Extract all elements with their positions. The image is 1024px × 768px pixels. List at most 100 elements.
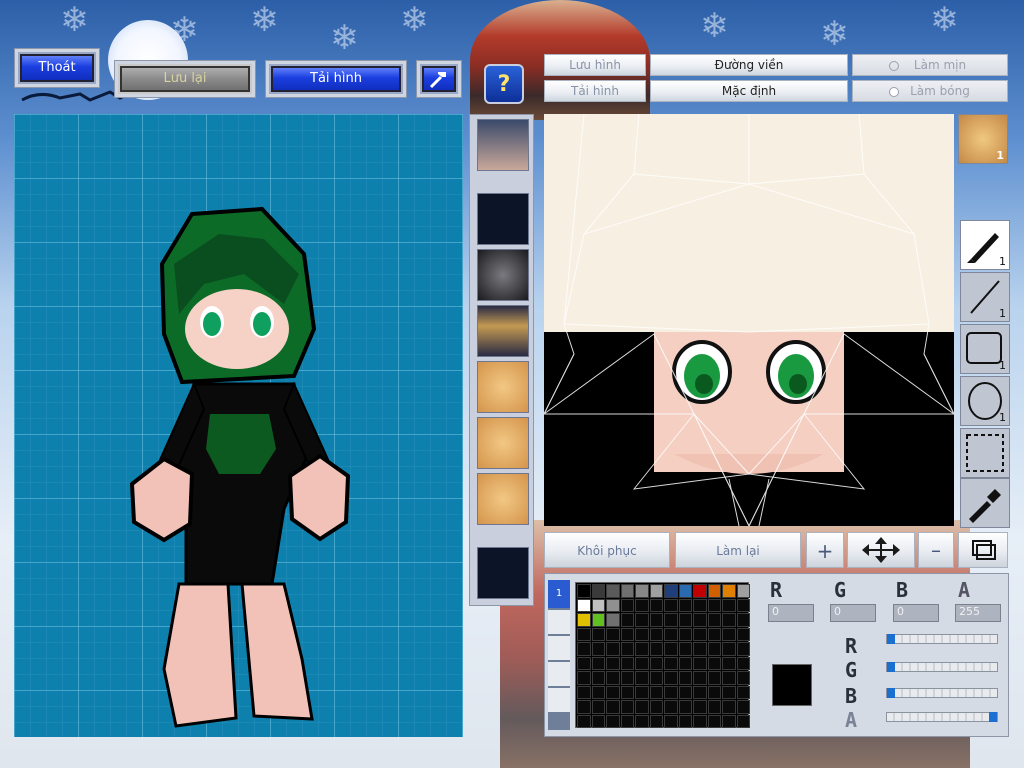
selection-tool[interactable] xyxy=(960,428,1010,478)
character-preview-area[interactable] xyxy=(14,114,463,737)
palette-color-cell[interactable] xyxy=(707,671,721,685)
palette-color-cell[interactable] xyxy=(693,700,707,714)
palette-color-cell[interactable] xyxy=(678,613,692,627)
part-slot-empty[interactable] xyxy=(477,193,529,245)
part-slot-face-3[interactable] xyxy=(477,473,529,525)
palette-color-cell[interactable] xyxy=(591,671,605,685)
palette-color-cell[interactable] xyxy=(577,598,591,612)
r-value-field[interactable]: 0 xyxy=(768,604,814,622)
r-slider[interactable] xyxy=(886,634,998,644)
part-slot-hair[interactable] xyxy=(477,249,529,301)
hammer-button[interactable] xyxy=(420,64,458,94)
default-tab[interactable]: Mặc định xyxy=(650,80,848,102)
palette-color-cell[interactable] xyxy=(707,627,721,641)
palette-color-cell[interactable] xyxy=(736,685,750,699)
palette-page-tab[interactable] xyxy=(548,662,570,686)
palette-color-cell[interactable] xyxy=(577,714,591,728)
a-value-field[interactable]: 255 xyxy=(955,604,1001,622)
palette-color-cell[interactable] xyxy=(693,598,707,612)
palette-color-cell[interactable] xyxy=(649,584,663,598)
color-palette-grid[interactable] xyxy=(575,582,750,728)
palette-color-cell[interactable] xyxy=(722,584,736,598)
palette-color-cell[interactable] xyxy=(664,714,678,728)
palette-color-cell[interactable] xyxy=(736,627,750,641)
palette-color-cell[interactable] xyxy=(722,700,736,714)
part-slot-face-2[interactable] xyxy=(477,417,529,469)
palette-color-cell[interactable] xyxy=(707,714,721,728)
palette-color-cell[interactable] xyxy=(591,584,605,598)
save-button[interactable]: Lưu lại xyxy=(118,64,252,94)
palette-color-cell[interactable] xyxy=(620,671,634,685)
palette-color-cell[interactable] xyxy=(736,714,750,728)
palette-color-cell[interactable] xyxy=(620,656,634,670)
save-image-tab[interactable]: Lưu hình xyxy=(544,54,646,76)
g-value-field[interactable]: 0 xyxy=(830,604,876,622)
palette-color-cell[interactable] xyxy=(606,700,620,714)
palette-color-cell[interactable] xyxy=(693,584,707,598)
palette-color-cell[interactable] xyxy=(664,700,678,714)
palette-color-cell[interactable] xyxy=(649,627,663,641)
palette-color-cell[interactable] xyxy=(635,613,649,627)
ellipse-tool[interactable]: 1 xyxy=(960,376,1010,426)
palette-color-cell[interactable] xyxy=(620,613,634,627)
move-button[interactable] xyxy=(847,532,915,568)
palette-color-cell[interactable] xyxy=(736,656,750,670)
palette-color-cell[interactable] xyxy=(693,656,707,670)
palette-color-cell[interactable] xyxy=(620,598,634,612)
palette-color-cell[interactable] xyxy=(635,714,649,728)
palette-color-cell[interactable] xyxy=(664,613,678,627)
palette-color-cell[interactable] xyxy=(736,613,750,627)
palette-color-cell[interactable] xyxy=(707,642,721,656)
palette-color-cell[interactable] xyxy=(736,700,750,714)
palette-color-cell[interactable] xyxy=(678,598,692,612)
palette-color-cell[interactable] xyxy=(693,613,707,627)
palette-color-cell[interactable] xyxy=(678,642,692,656)
g-slider-knob[interactable] xyxy=(887,662,895,672)
palette-color-cell[interactable] xyxy=(664,598,678,612)
help-button[interactable]: ? xyxy=(484,64,524,104)
palette-color-cell[interactable] xyxy=(707,700,721,714)
palette-color-cell[interactable] xyxy=(606,685,620,699)
palette-color-cell[interactable] xyxy=(707,656,721,670)
palette-color-cell[interactable] xyxy=(736,642,750,656)
palette-color-cell[interactable] xyxy=(722,656,736,670)
eyedropper-tool[interactable] xyxy=(960,478,1010,528)
palette-page-tab[interactable] xyxy=(548,688,570,712)
palette-color-cell[interactable] xyxy=(606,642,620,656)
palette-color-cell[interactable] xyxy=(678,627,692,641)
palette-color-cell[interactable] xyxy=(722,627,736,641)
palette-color-cell[interactable] xyxy=(664,584,678,598)
pen-tool[interactable]: 1 xyxy=(960,220,1010,270)
line-tool[interactable]: 1 xyxy=(960,272,1010,322)
palette-page-tab[interactable] xyxy=(548,636,570,660)
palette-color-cell[interactable] xyxy=(678,714,692,728)
palette-color-cell[interactable] xyxy=(606,656,620,670)
face-badge-button[interactable]: 1 xyxy=(958,114,1008,164)
load-image-tab[interactable]: Tải hình xyxy=(544,80,646,102)
palette-color-cell[interactable] xyxy=(664,671,678,685)
palette-color-cell[interactable] xyxy=(678,584,692,598)
palette-color-cell[interactable] xyxy=(620,627,634,641)
palette-color-cell[interactable] xyxy=(649,642,663,656)
palette-color-cell[interactable] xyxy=(635,700,649,714)
palette-color-cell[interactable] xyxy=(722,598,736,612)
palette-color-cell[interactable] xyxy=(606,714,620,728)
palette-color-cell[interactable] xyxy=(577,584,591,598)
palette-color-cell[interactable] xyxy=(577,613,591,627)
palette-color-cell[interactable] xyxy=(664,685,678,699)
palette-color-cell[interactable] xyxy=(635,642,649,656)
palette-color-cell[interactable] xyxy=(635,671,649,685)
palette-color-cell[interactable] xyxy=(591,656,605,670)
palette-color-cell[interactable] xyxy=(606,627,620,641)
palette-color-cell[interactable] xyxy=(620,685,634,699)
palette-color-cell[interactable] xyxy=(649,656,663,670)
palette-color-cell[interactable] xyxy=(649,671,663,685)
palette-color-cell[interactable] xyxy=(649,613,663,627)
palette-color-cell[interactable] xyxy=(693,642,707,656)
part-slot-empty[interactable] xyxy=(477,547,529,599)
part-slot-face-preview[interactable] xyxy=(477,119,529,171)
palette-color-cell[interactable] xyxy=(577,685,591,699)
palette-color-cell[interactable] xyxy=(707,584,721,598)
palette-color-cell[interactable] xyxy=(577,656,591,670)
palette-color-cell[interactable] xyxy=(722,613,736,627)
